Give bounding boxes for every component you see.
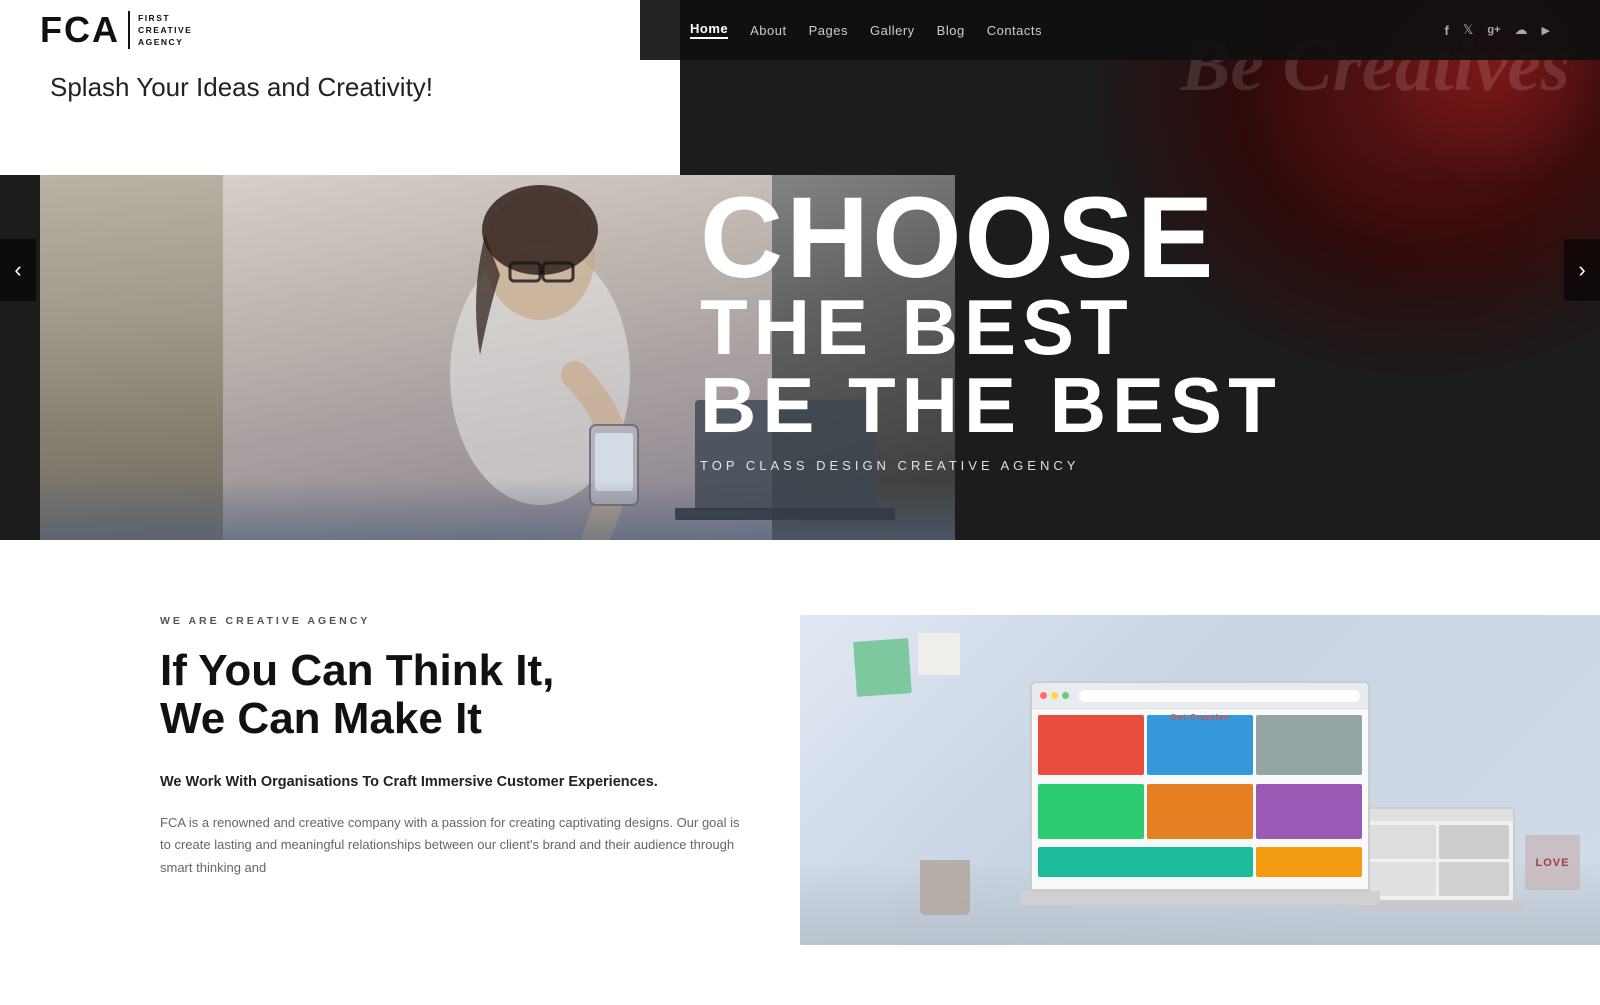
logo[interactable]: FCA FIRST CREATIVE AGENCY (40, 9, 192, 51)
facebook-icon[interactable]: f (1445, 23, 1449, 38)
social-icons: f 𝕏 g+ ☁ ▶ (1445, 22, 1550, 38)
hero-bethebest: BE THE BEST (700, 366, 1282, 444)
nav-wrapper: Home About Pages Gallery Blog Contacts f… (640, 0, 1600, 60)
nav-about[interactable]: About (750, 23, 786, 38)
content-body: FCA is a renowned and creative company w… (160, 812, 740, 880)
googleplus-icon[interactable]: g+ (1487, 24, 1500, 36)
content-right: Get Creative (800, 615, 1600, 945)
youtube-icon[interactable]: ▶ (1542, 24, 1550, 37)
next-arrow-icon: › (1578, 257, 1585, 283)
content-label: WE ARE CREATIVE AGENCY (160, 615, 740, 627)
content-heading: If You Can Think It, We Can Make It (160, 647, 740, 744)
nav-contacts[interactable]: Contacts (987, 23, 1042, 38)
laptop-mockup: Get Creative (1020, 681, 1380, 905)
sticky-note-white (918, 633, 960, 675)
nav-pages[interactable]: Pages (809, 23, 848, 38)
hero-choose: CHOOSE (700, 190, 1282, 288)
nav-home[interactable]: Home (690, 21, 728, 39)
logo-subtitle: FIRST CREATIVE AGENCY (138, 12, 192, 49)
sticky-note-green (853, 638, 912, 697)
carousel-prev[interactable]: ‹ (0, 239, 36, 301)
twitter-icon[interactable]: 𝕏 (1463, 22, 1473, 38)
content-left: WE ARE CREATIVE AGENCY If You Can Think … (0, 615, 800, 945)
hero-subtitle-text: TOP CLASS DESIGN CREATIVE AGENCY (700, 458, 1282, 473)
skype-icon[interactable]: ☁ (1515, 22, 1528, 38)
content-section: WE ARE CREATIVE AGENCY If You Can Think … (0, 540, 1600, 1005)
carousel-next[interactable]: › (1564, 239, 1600, 301)
hero-section: Splash Your Ideas and Creativity! (0, 0, 1600, 540)
content-subheading: We Work With Organisations To Craft Imme… (160, 772, 740, 794)
small-laptop (1360, 807, 1520, 910)
prev-arrow-icon: ‹ (14, 257, 21, 283)
hero-tagline: Splash Your Ideas and Creativity! (50, 72, 433, 103)
nav-blog[interactable]: Blog (937, 23, 965, 38)
hero-headline: CHOOSE THE BEST BE THE BEST TOP CLASS DE… (700, 190, 1282, 473)
logo-bar (128, 11, 130, 49)
nav-gallery[interactable]: Gallery (870, 23, 915, 38)
main-nav: Home About Pages Gallery Blog Contacts (690, 21, 1042, 39)
love-image: LOVE (1525, 835, 1580, 890)
logo-fca: FCA (40, 9, 120, 51)
mug (920, 860, 970, 915)
content-image: Get Creative (800, 615, 1600, 945)
